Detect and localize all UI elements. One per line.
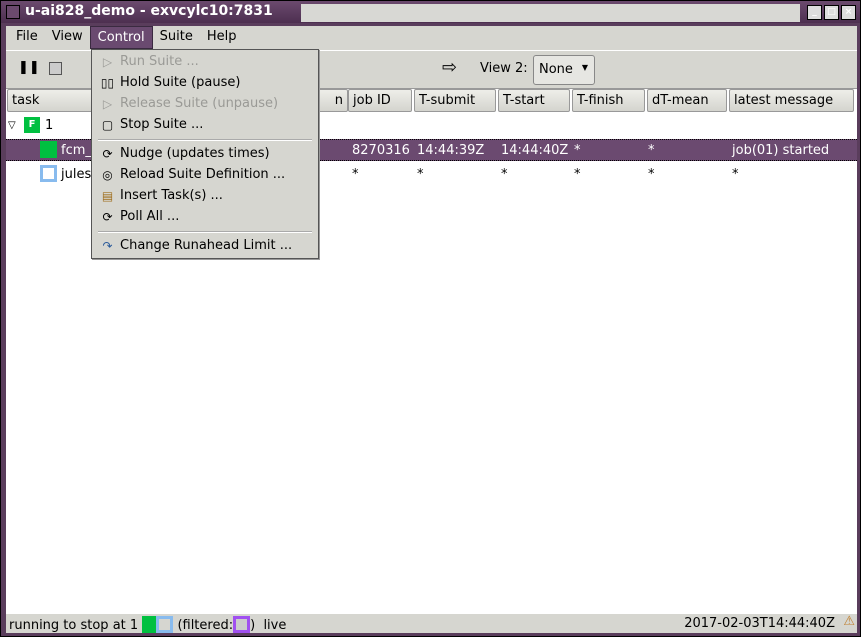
play-icon: ▷: [102, 97, 113, 111]
column-t-submit[interactable]: T-submit: [414, 89, 496, 112]
menu-item-poll-all[interactable]: ⟳ Poll All ...: [92, 207, 318, 228]
status-mode: live: [263, 618, 287, 633]
view2-value: None: [539, 62, 573, 77]
job-id: 8270316: [352, 143, 410, 158]
play-icon: ▷: [102, 55, 113, 69]
title-bar-fill: [301, 4, 800, 22]
filtered-legend-icon: [233, 616, 251, 633]
running-state-icon: [40, 141, 57, 158]
menu-control[interactable]: Control: [89, 26, 153, 49]
minimize-button[interactable]: _: [807, 5, 822, 20]
menu-item-label: Reload Suite Definition ...: [120, 167, 286, 182]
menu-help[interactable]: Help: [200, 26, 244, 49]
stop-icon[interactable]: [49, 62, 62, 75]
family-label: 1: [45, 118, 54, 133]
menu-item-insert-tasks[interactable]: ▤ Insert Task(s) ...: [92, 186, 318, 207]
menu-suite[interactable]: Suite: [153, 26, 200, 49]
t-start: *: [501, 167, 508, 182]
menu-separator: [98, 139, 312, 141]
menu-separator: [98, 231, 312, 233]
menu-item-reload[interactable]: ◎ Reload Suite Definition ...: [92, 165, 318, 186]
stop-icon: ▢: [101, 118, 114, 132]
column-t-start[interactable]: T-start: [498, 89, 570, 112]
menu-item-label: Nudge (updates times): [120, 146, 270, 161]
t-submit: *: [417, 167, 424, 182]
redo-icon: ↷: [102, 239, 113, 253]
close-button[interactable]: ×: [841, 5, 856, 20]
menu-item-hold-suite[interactable]: ▯▯ Hold Suite (pause): [92, 73, 318, 94]
column-latest-message[interactable]: latest message: [729, 89, 854, 112]
dropdown-arrow-icon: ▼: [581, 63, 588, 72]
waiting-legend-icon: [156, 616, 174, 633]
pause-icon: ▯▯: [100, 76, 115, 90]
menu-item-runahead[interactable]: ↷ Change Runahead Limit ...: [92, 236, 318, 257]
expander-icon[interactable]: ▽: [8, 120, 16, 131]
task-name: fcm_: [61, 143, 92, 158]
menubar: File View Control Suite Help: [6, 26, 857, 49]
t-submit: 14:44:39Z: [417, 143, 485, 158]
menu-item-nudge[interactable]: ⟳ Nudge (updates times): [92, 144, 318, 165]
t-finish: *: [574, 167, 581, 182]
status-bar: running to stop at 1 (filtered:) live 20…: [6, 614, 857, 633]
column-job-id[interactable]: job ID: [348, 89, 412, 112]
clipboard-icon: ▤: [101, 189, 114, 203]
menu-item-label: Release Suite (unpause): [120, 96, 279, 111]
menu-item-label: Poll All ...: [120, 209, 180, 224]
task-name: jules: [61, 167, 92, 182]
menu-item-release-suite[interactable]: ▷ Release Suite (unpause): [92, 94, 318, 115]
dt-mean: *: [648, 143, 655, 158]
control-menu: ▷ Run Suite ... ▯▯ Hold Suite (pause) ▷ Rel…: [91, 49, 319, 259]
column-dt-mean[interactable]: dT-mean: [647, 89, 727, 112]
menu-item-run-suite[interactable]: ▷ Run Suite ...: [92, 52, 318, 73]
waiting-state-icon: [40, 165, 57, 182]
view2-select[interactable]: None ▼: [533, 55, 595, 85]
pause-icon[interactable]: ❚❚: [18, 60, 40, 76]
filtered-close: ): [250, 618, 256, 633]
window-title: u-ai828_demo - exvcylc10:7831: [25, 3, 273, 19]
dt-mean: *: [648, 167, 655, 182]
warning-icon[interactable]: ⚠: [843, 614, 855, 629]
menu-view[interactable]: View: [45, 26, 90, 49]
disc-icon: ◎: [102, 168, 113, 182]
menu-item-label: Stop Suite ...: [120, 117, 204, 132]
t-start: 14:44:40Z: [501, 143, 569, 158]
latest-message: *: [732, 167, 739, 182]
status-text: running to stop at 1: [9, 618, 139, 633]
title-bar[interactable]: u-ai828_demo - exvcylc10:7831 _ □ ×: [1, 1, 860, 23]
status-time: 2017-02-03T14:44:40Z: [684, 616, 835, 631]
t-finish: *: [574, 143, 581, 158]
view2-label: View 2:: [480, 61, 528, 76]
menu-item-label: Run Suite ...: [120, 54, 199, 69]
refresh-icon: ⟳: [102, 147, 113, 161]
refresh-icon: ⟳: [102, 210, 113, 224]
job-id: *: [352, 167, 359, 182]
filtered-label: (filtered:: [177, 618, 234, 633]
switch-view-icon[interactable]: ⇨: [442, 57, 458, 78]
column-t-finish[interactable]: T-finish: [572, 89, 645, 112]
menu-item-label: Hold Suite (pause): [120, 75, 241, 90]
menu-item-label: Insert Task(s) ...: [120, 188, 223, 203]
menu-item-stop-suite[interactable]: ▢ Stop Suite ...: [92, 115, 318, 136]
maximize-button[interactable]: □: [824, 5, 839, 20]
window-menu-icon[interactable]: [6, 5, 20, 19]
latest-message: job(01) started: [732, 143, 830, 158]
menu-item-label: Change Runahead Limit ...: [120, 238, 293, 253]
menu-file[interactable]: File: [9, 26, 45, 49]
family-badge: F: [24, 117, 40, 133]
